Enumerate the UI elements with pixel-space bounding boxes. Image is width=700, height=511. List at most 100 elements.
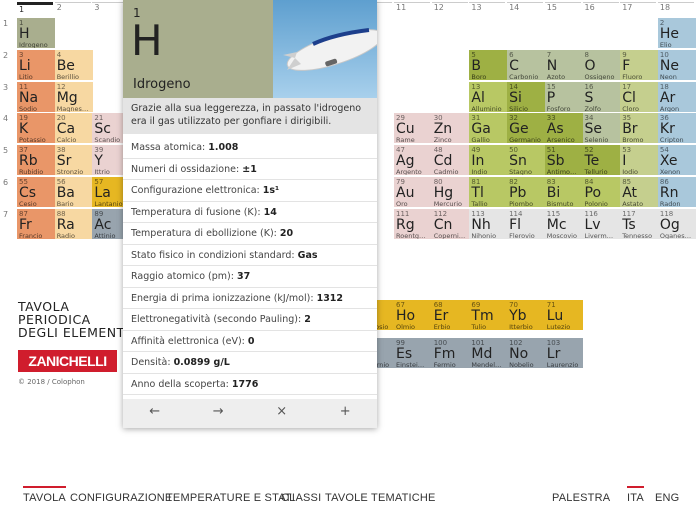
element-cell-tl[interactable]: 81 Tl Tallio — [469, 177, 508, 207]
element-cell-au[interactable]: 79 Au Oro — [394, 177, 432, 207]
element-cell-si[interactable]: 14 Si Silicio — [507, 81, 546, 112]
element-cell-cd[interactable]: 48 Cd Cadmio — [431, 145, 470, 176]
element-cell-nh[interactable]: 113 Nh Nihonio — [469, 208, 508, 239]
expand-plus-icon[interactable]: + — [314, 399, 378, 428]
element-cell-es[interactable]: 99 Es Einstei… — [394, 338, 432, 368]
nav-configurazione[interactable]: CONFIGURAZIONE — [70, 492, 172, 504]
element-cell-rb[interactable]: 37 Rb Rubidio — [17, 145, 55, 176]
element-cell-ga[interactable]: 31 Ga Gallio — [469, 113, 508, 144]
element-cell-mc[interactable]: 115 Mc Moscovio — [544, 208, 583, 239]
element-cell-lu[interactable]: 71 Lu Lutezio — [544, 300, 583, 330]
element-cell-f[interactable]: 9 F Fluoro — [620, 49, 659, 80]
element-symbol: Lu — [546, 308, 564, 324]
element-name: Berillio — [56, 72, 80, 80]
element-name: Rubidio — [19, 168, 44, 176]
nav-classi[interactable]: CLASSI — [281, 492, 321, 504]
element-cell-zn[interactable]: 30 Zn Zinco — [431, 113, 470, 144]
element-symbol: Fm — [433, 346, 456, 362]
element-cell-fm[interactable]: 100 Fm Fermio — [431, 338, 470, 368]
element-cell-pb[interactable]: 82 Pb Piombo — [507, 177, 546, 207]
element-cell-bi[interactable]: 83 Bi Bismuto — [544, 177, 583, 207]
previous-element-arrow-icon[interactable]: ← — [123, 399, 187, 428]
element-cell-cn[interactable]: 112 Cn Coperni… — [431, 208, 470, 239]
property-value: 2 — [304, 314, 311, 325]
element-cell-br[interactable]: 35 Br Bromo — [620, 113, 659, 144]
element-cell-ar[interactable]: 18 Ar Argon — [657, 81, 696, 112]
element-cell-ca[interactable]: 20 Ca Calcio — [54, 113, 93, 144]
element-cell-ba[interactable]: 56 Ba Bario — [54, 177, 93, 207]
element-cell-o[interactable]: 8 O Ossigeno — [582, 49, 621, 80]
element-cell-at[interactable]: 85 At Astato — [620, 177, 659, 207]
element-cell-fl[interactable]: 114 Fl Flerovio — [507, 208, 546, 239]
element-cell-md[interactable]: 101 Md Mendel… — [469, 338, 508, 369]
element-symbol: Na — [19, 89, 39, 106]
element-cell-xe[interactable]: 54 Xe Xenon — [657, 145, 696, 176]
element-cell-se[interactable]: 34 Se Selenio — [582, 113, 621, 144]
nav-temperature-e-stati[interactable]: TEMPERATURE E STATI — [166, 492, 295, 504]
element-cell-og[interactable]: 118 Og Oganes… — [657, 208, 696, 239]
element-cell-tm[interactable]: 69 Tm Tulio — [469, 300, 508, 330]
element-cell-lr[interactable]: 103 Lr Laurenzio — [544, 338, 583, 369]
element-cell-b[interactable]: 5 B Boro — [469, 49, 508, 80]
element-cell-ra[interactable]: 88 Ra Radio — [54, 208, 93, 239]
element-cell-te[interactable]: 52 Te Tellurio — [582, 145, 621, 176]
element-cell-n[interactable]: 7 N Azoto — [544, 49, 583, 80]
property-label: Configurazione elettronica: — [131, 185, 260, 196]
lang-ita[interactable]: ITA — [627, 486, 644, 504]
element-cell-sr[interactable]: 38 Sr Stronzio — [54, 145, 93, 176]
element-cell-ts[interactable]: 117 Ts Tennesso — [620, 208, 659, 239]
element-name: Silicio — [509, 104, 528, 112]
copyright-colophon-link[interactable]: © 2018 / Colophon — [18, 378, 85, 386]
nav-tavole-tematiche[interactable]: TAVOLE TEMATICHE — [325, 492, 436, 504]
element-cell-yb[interactable]: 70 Yb Itterbio — [507, 300, 546, 330]
zanichelli-logo[interactable]: ZANICHELLI — [18, 350, 117, 372]
element-cell-p[interactable]: 15 P Fosforo — [544, 81, 583, 112]
element-cell-s[interactable]: 16 S Zolfo — [582, 81, 621, 112]
lang-eng[interactable]: ENG — [655, 492, 679, 504]
close-icon[interactable]: × — [250, 399, 314, 428]
element-cell-k[interactable]: 19 K Potassio — [17, 113, 55, 144]
element-cell-cu[interactable]: 29 Cu Rame — [394, 113, 432, 144]
element-symbol: Ba — [56, 185, 75, 201]
element-cell-cl[interactable]: 17 Cl Cloro — [620, 81, 659, 112]
element-cell-fr[interactable]: 87 Fr Francio — [17, 208, 55, 239]
element-cell-kr[interactable]: 36 Kr Cripton — [657, 113, 696, 144]
element-cell-ho[interactable]: 67 Ho Olmio — [394, 300, 432, 330]
nav-tavola[interactable]: TAVOLA — [23, 486, 66, 504]
element-cell-rg[interactable]: 111 Rg Roentg… — [394, 208, 432, 239]
element-cell-hg[interactable]: 80 Hg Mercurio — [431, 177, 470, 207]
element-cell-be[interactable]: 4 Be Berillio — [54, 49, 93, 80]
element-cell-er[interactable]: 68 Er Erbio — [431, 300, 470, 330]
nav-palestra[interactable]: PALESTRA — [552, 492, 610, 504]
element-name: Laurenzio — [546, 361, 579, 369]
element-cell-ag[interactable]: 47 Ag Argento — [394, 145, 432, 176]
element-name: Alluminio — [471, 104, 502, 112]
element-cell-sn[interactable]: 50 Sn Stagno — [507, 145, 546, 176]
element-cell-li[interactable]: 3 Li Litio — [17, 49, 55, 80]
element-cell-sb[interactable]: 51 Sb Antimo… — [544, 145, 583, 176]
element-cell-ne[interactable]: 10 Ne Neon — [657, 49, 696, 80]
element-cell-rn[interactable]: 86 Rn Radon — [657, 177, 696, 207]
element-cell-ge[interactable]: 32 Ge Germanio — [507, 113, 546, 144]
element-cell-i[interactable]: 53 I Iodio — [620, 145, 659, 176]
element-cell-in[interactable]: 49 In Indio — [469, 145, 508, 176]
element-cell-c[interactable]: 6 C Carbonio — [507, 49, 546, 80]
brand-title-line-3: DEGLI ELEMENTI — [18, 325, 129, 340]
element-cell-po[interactable]: 84 Po Polonio — [582, 177, 621, 207]
element-name: Antimo… — [546, 168, 577, 176]
element-cell-lv[interactable]: 116 Lv Liverm… — [582, 208, 621, 239]
element-cell-h[interactable]: 1 H Idrogeno — [17, 18, 55, 48]
element-symbol: As — [546, 121, 564, 138]
element-name: Iodio — [622, 168, 638, 176]
element-symbol: H — [19, 26, 30, 42]
element-cell-as[interactable]: 33 As Arsenico — [544, 113, 583, 144]
element-cell-al[interactable]: 13 Al Alluminio — [469, 81, 508, 112]
element-name: Mendel… — [471, 361, 502, 369]
element-cell-mg[interactable]: 12 Mg Magnes… — [54, 81, 93, 112]
next-element-arrow-icon[interactable]: → — [187, 399, 251, 428]
property-row: Temperatura di fusione (K): 14 — [123, 202, 377, 223]
element-cell-cs[interactable]: 55 Cs Cesio — [17, 177, 55, 207]
element-cell-he[interactable]: 2 He Elio — [657, 18, 696, 48]
element-cell-na[interactable]: 11 Na Sodio — [17, 81, 55, 112]
element-cell-no[interactable]: 102 No Nobelio — [507, 338, 546, 368]
